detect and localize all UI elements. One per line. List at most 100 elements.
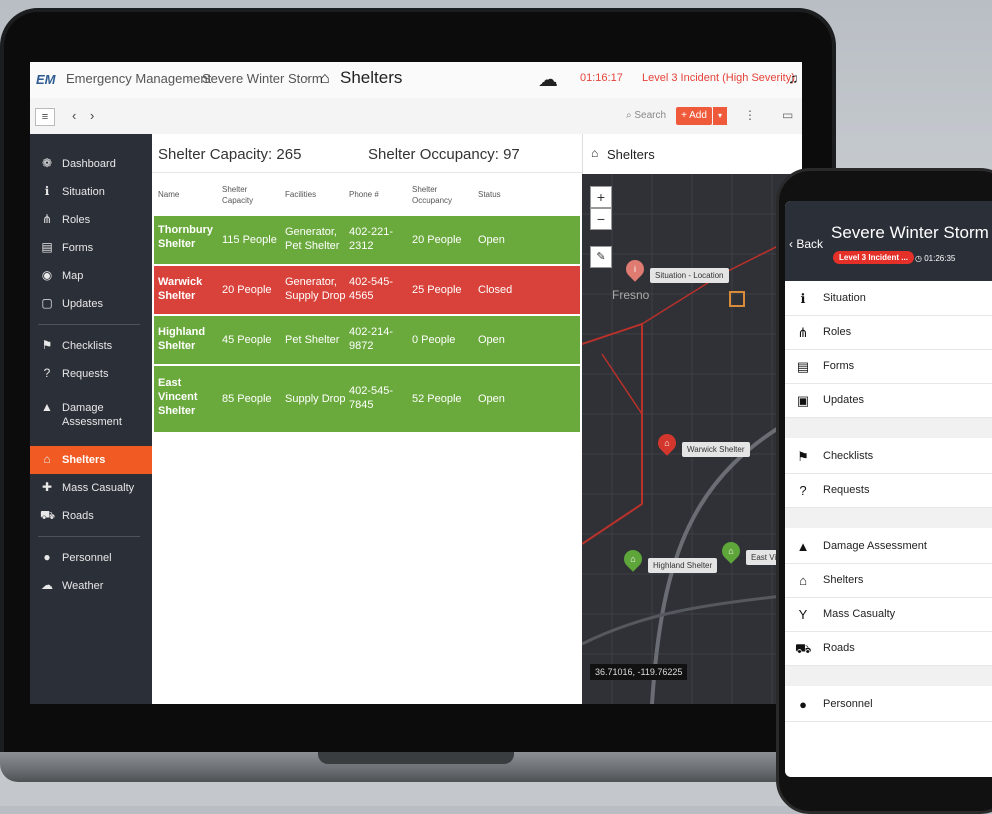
- column-header-phone[interactable]: Phone #: [349, 189, 379, 200]
- phone-menu-label: Personnel: [823, 698, 873, 710]
- table-row[interactable]: Warwick Shelter 20 People Generator, Sup…: [154, 266, 580, 314]
- search-input[interactable]: ⌕ Search: [626, 110, 666, 121]
- sidebar-divider: [38, 536, 140, 537]
- sidebar-item-roles[interactable]: ⋔ Roles: [30, 206, 152, 234]
- situation-location-label[interactable]: Situation - Location: [650, 268, 729, 283]
- column-header-line: Capacity: [222, 196, 254, 205]
- phone-menu-roads[interactable]: ⛟ Roads: [785, 631, 992, 666]
- sidebar-item-dashboard[interactable]: ❁ Dashboard: [30, 150, 152, 178]
- column-header-capacity[interactable]: Shelter Capacity: [222, 184, 253, 206]
- sidebar-item-situation[interactable]: ℹ Situation: [30, 178, 152, 206]
- sidebar-item-mass-casualty[interactable]: ✚ Mass Casualty: [30, 474, 152, 502]
- person-icon: ●: [43, 550, 51, 564]
- comment-icon[interactable]: ▭: [782, 108, 793, 122]
- shelter-capacity: 115 People: [222, 234, 277, 246]
- phone-menu-updates[interactable]: ▣ Updates: [785, 383, 992, 418]
- phone-menu-label: Forms: [823, 360, 855, 372]
- sidebar-item-roads[interactable]: ⛟ Roads: [30, 502, 152, 530]
- menu-toggle-button[interactable]: ≡: [35, 108, 55, 126]
- situation-location-pin[interactable]: i: [622, 256, 648, 282]
- add-button[interactable]: + Add: [676, 107, 712, 125]
- phone-menu-personnel[interactable]: ● Personnel: [785, 687, 992, 722]
- phone-menu-label: Roles: [823, 326, 852, 338]
- phone-menu-damage-assessment[interactable]: ▲ Damage Assessment: [785, 529, 992, 564]
- sidebar-item-damage-assessment[interactable]: ▲ Damage Assessment: [30, 394, 152, 434]
- phone-menu-shelters[interactable]: ⌂ Shelters: [785, 563, 992, 598]
- shelter-status: Closed: [478, 284, 513, 296]
- phone-frame: ‹ Back Severe Winter Storm Level 3 Incid…: [776, 168, 992, 814]
- sidebar-item-checklists[interactable]: ⚑ Checklists: [30, 332, 152, 360]
- shelter-name-line: Shelter: [158, 238, 196, 250]
- shelter-capacity: 85 People: [222, 393, 272, 405]
- phone-menu-requests[interactable]: ? Requests: [785, 473, 992, 508]
- zoom-out-button[interactable]: −: [590, 208, 612, 230]
- sidebar-item-map[interactable]: ◉ Map: [30, 262, 152, 290]
- phone-menu-roles[interactable]: ⋔ Roles: [785, 315, 992, 350]
- bell-icon[interactable]: ♫: [788, 70, 799, 86]
- phone-line: 402-221-: [349, 226, 394, 238]
- phone-title: Severe Winter Storm: [831, 223, 989, 242]
- chat-icon: ▣: [796, 393, 810, 408]
- home-icon: ⌂: [630, 554, 636, 564]
- warwick-shelter-pin[interactable]: ⌂: [654, 430, 680, 456]
- column-header-name[interactable]: Name: [158, 189, 179, 200]
- sidebar-item-forms[interactable]: ▤ Forms: [30, 234, 152, 262]
- phone-menu-forms[interactable]: ▤ Forms: [785, 349, 992, 384]
- phone-header: ‹ Back Severe Winter Storm Level 3 Incid…: [785, 201, 992, 281]
- shelter-phone: 402-221- 2312: [349, 225, 393, 253]
- phone-menu-gap: [785, 508, 992, 528]
- east-vincent-shelter-pin[interactable]: ⌂: [718, 538, 744, 564]
- sidebar-item-personnel[interactable]: ● Personnel: [30, 544, 152, 572]
- incident-level-badge[interactable]: Level 3 Incident ...: [833, 251, 914, 264]
- phone-menu-label: Checklists: [823, 450, 874, 462]
- shelter-name: Highland Shelter: [158, 325, 205, 353]
- add-dropdown-button[interactable]: ▾: [713, 107, 727, 125]
- sidebar-item-updates[interactable]: ▢ Updates: [30, 290, 152, 318]
- sidebar-item-label: Requests: [62, 368, 109, 380]
- phone-line: 2312: [349, 240, 374, 252]
- sidebar-item-weather[interactable]: ☁ Weather: [30, 572, 152, 600]
- weather-icon[interactable]: ☁: [538, 67, 558, 92]
- sidebar-item-shelters[interactable]: ⌂ Shelters: [30, 446, 152, 474]
- back-button[interactable]: ‹ Back: [789, 237, 823, 251]
- zoom-in-button[interactable]: +: [590, 186, 612, 208]
- app-logo[interactable]: EM: [36, 68, 58, 92]
- table-row[interactable]: Thornbury Shelter 115 People Generator, …: [154, 216, 580, 264]
- table-row[interactable]: Highland Shelter 45 People Pet Shelter 4…: [154, 316, 580, 364]
- warning-icon: ▲: [796, 539, 810, 554]
- chat-icon: ▢: [41, 296, 53, 310]
- phone-menu-checklists[interactable]: ⚑ Checklists: [785, 439, 992, 474]
- sidebar-item-label: Checklists: [62, 340, 113, 352]
- shelter-status: Open: [478, 334, 505, 346]
- column-header-occupancy[interactable]: Shelter Occupancy: [412, 184, 452, 206]
- home-icon: ⌂: [799, 573, 807, 588]
- phone-line: 402-545-: [349, 385, 394, 397]
- warwick-shelter-label[interactable]: Warwick Shelter: [682, 442, 750, 457]
- back-arrow-icon[interactable]: ‹: [72, 108, 76, 123]
- phone-line: 4565: [349, 290, 374, 302]
- phone-screen: ‹ Back Severe Winter Storm Level 3 Incid…: [785, 201, 992, 777]
- more-options-icon[interactable]: ⋮: [744, 108, 756, 122]
- highland-shelter-pin[interactable]: ⌂: [620, 546, 646, 572]
- highland-shelter-label[interactable]: Highland Shelter: [648, 558, 718, 573]
- column-header-facilities[interactable]: Facilities: [285, 189, 316, 200]
- shelter-map[interactable]: + − ✎ Fresno i Situation - Location ⌂ Wa…: [582, 174, 802, 704]
- column-header-status[interactable]: Status: [478, 189, 501, 200]
- phone-menu-situation[interactable]: ℹ Situation: [785, 281, 992, 316]
- phone-menu-mass-casualty[interactable]: Y Mass Casualty: [785, 597, 992, 632]
- person-arms-icon: Y: [798, 607, 808, 622]
- sidebar-item-label: Roads: [62, 510, 94, 522]
- sidebar: ❁ Dashboard ℹ Situation ⋔ Roles ▤ Forms …: [30, 134, 152, 704]
- table-row[interactable]: East Vincent Shelter 85 People Supply Dr…: [154, 366, 580, 432]
- phone-timer-value: 01:26:35: [924, 254, 956, 263]
- incident-timer: 01:16:17: [580, 72, 623, 84]
- sidebar-item-label-line2: Assessment: [62, 416, 122, 428]
- incident-level-link[interactable]: Level 3 Incident (High Severity): [642, 72, 795, 84]
- phone-menu-label: Updates: [823, 394, 864, 406]
- forward-arrow-icon[interactable]: ›: [90, 108, 94, 123]
- phone-menu-label: Requests: [823, 484, 870, 496]
- sidebar-item-requests[interactable]: ? Requests: [30, 360, 152, 388]
- map-streets: [582, 174, 802, 704]
- draw-tool-button[interactable]: ✎: [590, 246, 612, 268]
- shelter-name-line: Shelter: [158, 340, 196, 352]
